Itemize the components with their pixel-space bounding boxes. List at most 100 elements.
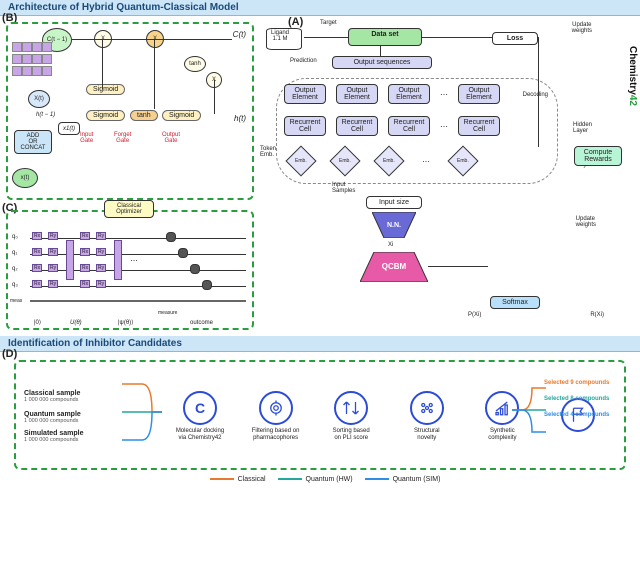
xi-lbl: Xi [388,242,393,248]
out-0: Selected 9 compounds [544,380,622,386]
sigmoid-3: Sigmoid [162,110,201,121]
tokenemb-lbl: Token Emb. [260,146,276,158]
rxi-lbl: R(Xi) [590,312,604,318]
compute-rewards: Compute Rewards [574,146,622,166]
sigmoid-2: Sigmoid [86,110,125,121]
softmax-box: Softmax [490,296,540,309]
step-3: Structural novelty [397,391,457,441]
addconcat-box: ADD OR CONCAT [14,130,52,154]
target-lbl: Target [320,20,337,26]
panel-a: (A) Ligand 1.1 M Target Data set Output … [260,16,640,336]
legend: Classical Quantum (HW) Quantum (SIM) [14,476,626,483]
panel-c: (C) Classical Optimizer q₀ q₁ q₂ q₃ meas… [0,206,260,336]
hidden-lbl: Hidden Layer [573,122,592,134]
x1t-box: x1(t) [58,122,80,135]
step-0: C Molecular docking via Chemistry42 [170,391,230,441]
sort-icon [334,391,368,425]
step-0-lbl: Molecular docking via Chemistry42 [170,428,230,441]
prediction-lbl: Prediction [290,58,317,64]
q1-lbl: q₁ [12,250,17,256]
novelty-icon [410,391,444,425]
gate: Rx [32,280,42,288]
label-a: (A) [288,16,303,28]
q0-lbl: q₀ [12,234,18,240]
label-d: (D) [2,348,17,360]
tanh-2: tanh [130,110,158,121]
rec-2: Recurrent Cell [336,116,378,136]
gate: Rx [80,248,90,256]
input-gate-label: Input Gate [80,132,93,144]
decoding-lbl: Decoding [523,92,548,98]
nn-trap: N.N. [372,212,416,238]
ht-label: h(t) [234,114,246,123]
meas-lbl: meas [10,298,22,304]
out-2: Selected 4 compounds [544,412,622,418]
utheta: U(θ) [70,320,82,326]
psi: |ψ(θ)⟩ [118,319,134,326]
gate: Rx [32,248,42,256]
gate: Ry [48,248,58,256]
q2-lbl: q₂ [12,266,18,272]
zero-ket: |0⟩ [34,319,41,326]
tanh-node: tanh [184,56,206,72]
svg-text:QCBM: QCBM [382,262,407,271]
legend-1: Quantum (HW) [306,476,353,483]
dataset-box: Data set [348,28,422,46]
outel-2: Output Element [336,84,378,104]
step-3-lbl: Structural novelty [397,428,457,441]
gate: Ry [48,264,58,272]
sample-sub-1: 1 000 000 compounds [24,418,134,424]
loss-box: Loss [492,32,538,45]
gate: Rx [32,264,42,272]
svg-text:N.N.: N.N. [387,222,401,229]
sample-name-1: Quantum sample [24,411,134,418]
pxi-lbl: P(Xi) [468,312,481,318]
gate: Rx [32,232,42,240]
panel-d-box: Classical sample 1 000 000 compounds Qua… [14,360,626,470]
gate: Ry [96,232,106,240]
gate: Rx [80,280,90,288]
merge-lines [122,372,162,452]
filter-icon [259,391,293,425]
sample-row-1: Quantum sample 1 000 000 compounds [24,411,134,424]
step-1: Filtering based on pharmacophores [246,391,306,441]
ct-label: C(t) [233,30,246,39]
gate: Ry [96,248,106,256]
banner-architecture: Architecture of Hybrid Quantum-Classical… [0,0,640,16]
measure-lbl: measure [158,310,177,316]
sample-sub-2: 1 000 000 compounds [24,437,134,443]
classical-optimizer: Classical Optimizer [104,200,154,218]
output-gate-label: Output Gate [162,132,180,144]
panel-b: (B) C(t − 1) X X C(t) tanh X h(t) Sigmoi… [0,16,260,206]
xt-cyl: x(t) [12,168,38,188]
gate: Rx [80,264,90,272]
panel-d: (D) Classical sample 1 000 000 compounds… [0,352,640,491]
sample-name-2: Simulated sample [24,430,134,437]
ligand-text: Ligand 1.1 M [271,30,289,42]
rec-4: Recurrent Cell [458,116,500,136]
xt-node: X(t) [28,90,50,108]
rec-1: Recurrent Cell [284,116,326,136]
gate: Ry [48,280,58,288]
x1t-text: x1(t) [63,126,75,132]
chemistry42-brand: Chemistry42 [627,46,638,106]
gate: Ry [96,280,106,288]
outel-3: Output Element [388,84,430,104]
outseq-box: Output sequences [332,56,432,69]
out-1: Selected 8 compounds [544,396,622,402]
split-lines [512,380,546,440]
qcbm-trap: QCBM [360,252,428,282]
legend-0: Classical [238,476,266,483]
step-2-lbl: Sorting based on PLI score [321,428,381,441]
rec-3: Recurrent Cell [388,116,430,136]
banner-candidates: Identification of Inhibitor Candidates [0,336,640,352]
emb-4: Emb. [447,145,478,176]
inputsamples-lbl: Input Samples [332,182,355,194]
outel-1: Output Element [284,84,326,104]
emb-3: Emb. [373,145,404,176]
q3-lbl: q₃ [12,282,18,288]
sample-name-0: Classical sample [24,390,134,397]
emb-2: Emb. [329,145,360,176]
sigmoid-1: Sigmoid [86,84,125,95]
outel-4: Output Element [458,84,500,104]
